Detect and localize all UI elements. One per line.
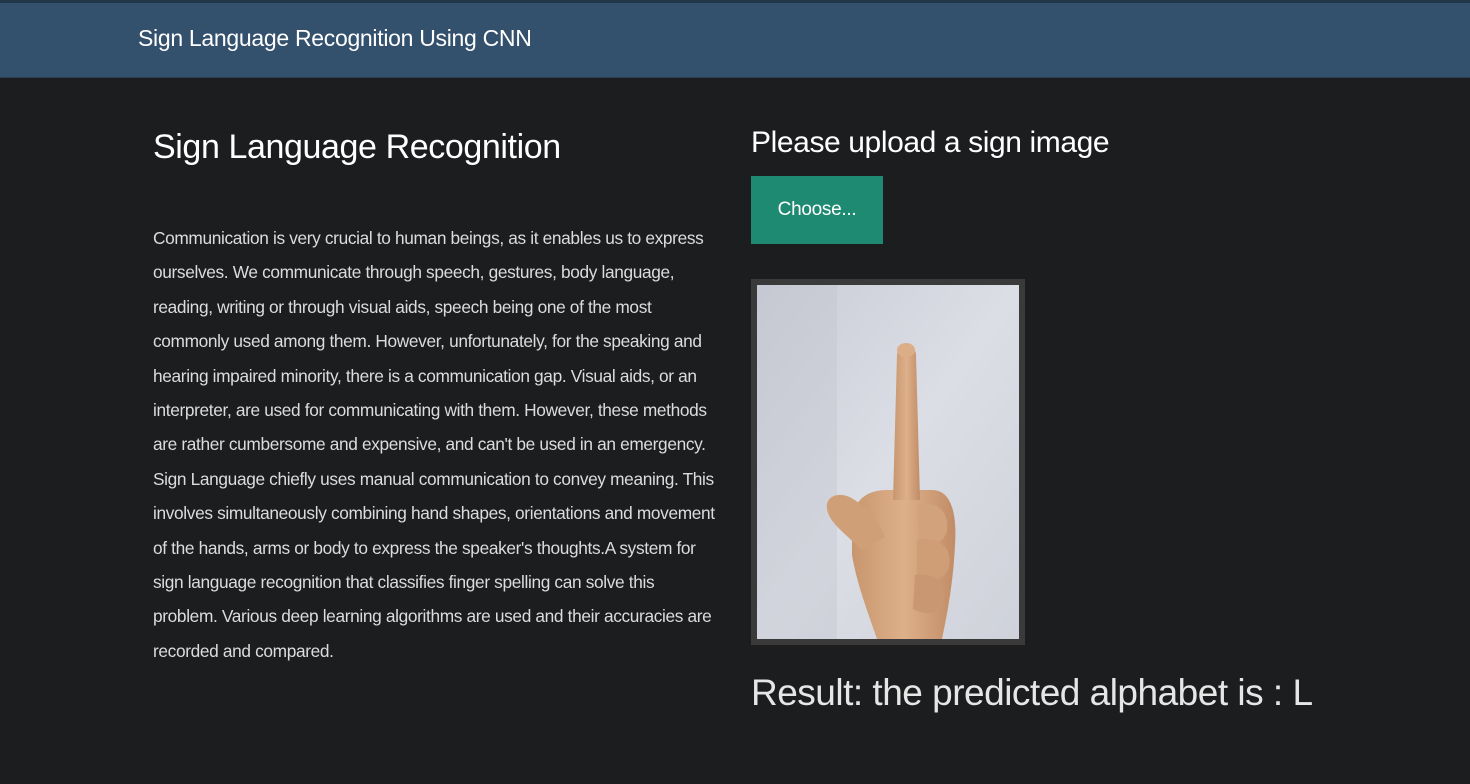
- navbar-brand[interactable]: Sign Language Recognition Using CNN: [138, 25, 532, 52]
- page-title: Sign Language Recognition: [153, 128, 561, 166]
- hand-sign-image: [757, 285, 1019, 639]
- description-text: Communication is very crucial to human b…: [153, 228, 715, 661]
- prediction-result: Result: the predicted alphabet is : L: [751, 672, 1313, 713]
- upload-heading: Please upload a sign image: [751, 126, 1110, 159]
- choose-file-button[interactable]: Choose...: [751, 176, 883, 244]
- uploaded-image-preview: [751, 279, 1025, 645]
- navbar: Sign Language Recognition Using CNN: [0, 0, 1470, 78]
